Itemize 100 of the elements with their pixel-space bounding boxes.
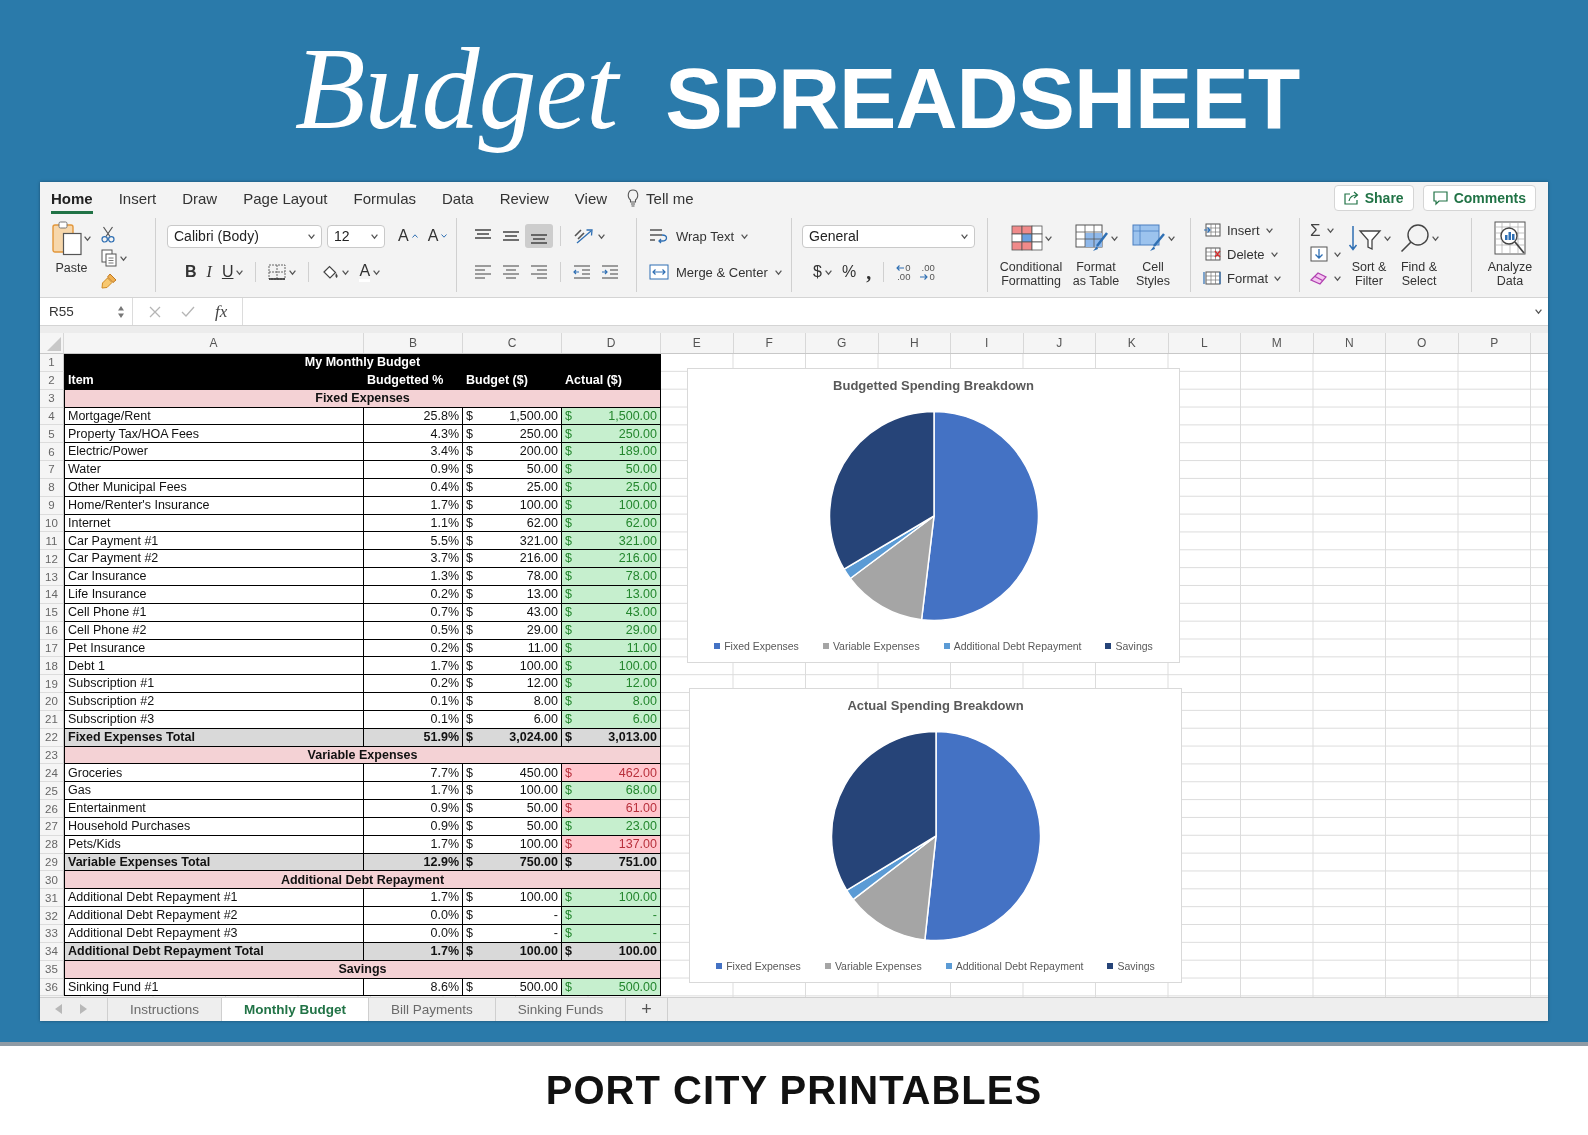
clipboard-icon[interactable] — [52, 221, 82, 255]
ribbon-tab[interactable]: Data — [442, 182, 474, 214]
stepper-icon[interactable] — [117, 304, 125, 319]
paste-button[interactable]: Paste — [52, 218, 91, 292]
name-box[interactable]: R55 — [40, 298, 133, 325]
lightbulb-icon[interactable] — [627, 189, 640, 207]
caret-icon[interactable] — [289, 269, 297, 275]
grow-font-button[interactable]: A — [393, 224, 423, 248]
check-icon[interactable] — [181, 306, 195, 317]
align-middle-icon[interactable] — [502, 228, 520, 244]
ribbon-tab[interactable]: View — [574, 182, 608, 214]
column-header[interactable]: M — [1241, 333, 1314, 353]
number-format-dropdown[interactable]: General — [802, 224, 975, 248]
ribbon-tab[interactable]: Insert — [118, 182, 157, 214]
wrap-text-icon[interactable] — [649, 227, 669, 245]
format-as-table-icon[interactable] — [1074, 224, 1109, 252]
font-color-button[interactable]: A — [354, 260, 386, 284]
comma-style-button[interactable]: , — [861, 260, 877, 284]
paintbrush-icon[interactable] — [101, 273, 117, 289]
borders-icon[interactable] — [268, 264, 287, 280]
caret-icon[interactable] — [1334, 251, 1341, 257]
row-header[interactable]: 25 — [40, 782, 64, 801]
sheet-tab[interactable]: Monthly Budget — [222, 997, 369, 1021]
percent-button[interactable]: % — [836, 260, 862, 284]
shrink-font-button[interactable]: A — [422, 224, 453, 248]
caret-icon[interactable] — [1270, 251, 1278, 257]
delete-cells-button[interactable]: Delete — [1203, 242, 1282, 266]
caret-icon[interactable] — [1431, 235, 1439, 241]
decrease-indent-icon[interactable] — [573, 265, 591, 279]
font-name-dropdown[interactable]: Calibri (Body) — [167, 224, 322, 248]
column-header[interactable]: C — [463, 333, 562, 353]
right-arrow-icon[interactable] — [920, 273, 929, 280]
cell-styles-icon[interactable] — [1131, 224, 1166, 252]
caret-icon[interactable] — [1535, 309, 1542, 314]
column-header[interactable]: F — [733, 333, 806, 353]
column-header[interactable]: H — [878, 333, 951, 353]
insert-cells-button[interactable]: Insert — [1203, 218, 1282, 242]
share-button[interactable]: Share — [1333, 185, 1414, 211]
row-header[interactable]: 12 — [40, 550, 64, 569]
comments-button[interactable]: Comments — [1422, 185, 1536, 211]
row-header[interactable]: 26 — [40, 800, 64, 818]
caret-up-icon[interactable] — [411, 234, 418, 238]
caret-icon[interactable] — [371, 233, 378, 239]
row-header[interactable]: 20 — [40, 693, 64, 711]
insert-cells-icon[interactable] — [1203, 223, 1221, 237]
column-header[interactable]: L — [1168, 333, 1241, 353]
analyze-data-icon[interactable] — [1494, 221, 1526, 255]
format-cells-button[interactable]: Format — [1203, 266, 1282, 290]
caret-icon[interactable] — [774, 269, 782, 275]
caret-icon[interactable] — [84, 235, 91, 241]
text-angle-icon[interactable] — [573, 228, 595, 244]
sort-filter-button[interactable]: Sort & Filter — [1347, 218, 1391, 292]
paint-bucket-icon[interactable] — [321, 264, 340, 280]
scissors-icon[interactable] — [101, 226, 115, 243]
column-header[interactable]: D — [562, 333, 661, 353]
caret-icon[interactable] — [741, 233, 749, 239]
eraser-icon[interactable] — [1310, 271, 1328, 285]
conditional-formatting-icon[interactable] — [1010, 225, 1043, 251]
caret-icon[interactable] — [373, 269, 381, 275]
share-icon[interactable] — [1343, 191, 1359, 205]
cell-styles-button[interactable]: Cell Styles — [1128, 218, 1178, 292]
bold-button[interactable]: B — [180, 260, 202, 284]
ribbon-tab[interactable]: Formulas — [353, 182, 416, 214]
delete-cells-icon[interactable] — [1203, 247, 1221, 261]
comment-icon[interactable] — [1432, 191, 1448, 205]
caret-icon[interactable] — [961, 233, 968, 239]
analyze-data-button[interactable]: Analyze Data — [1484, 218, 1536, 292]
row-header[interactable]: 1 — [40, 354, 64, 372]
row-header[interactable]: 32 — [40, 907, 64, 925]
row-header[interactable]: 5 — [40, 425, 64, 444]
column-header[interactable]: J — [1023, 333, 1096, 353]
caret-icon[interactable] — [342, 269, 350, 275]
row-header[interactable]: 11 — [40, 532, 64, 551]
ribbon-tab[interactable]: Page Layout — [243, 182, 328, 214]
row-header[interactable]: 18 — [40, 657, 64, 676]
row-header[interactable]: 7 — [40, 461, 64, 479]
search-icon[interactable] — [1399, 223, 1430, 253]
caret-icon[interactable] — [1334, 275, 1341, 281]
row-header[interactable]: 6 — [40, 443, 64, 462]
tell-me-search[interactable]: Tell me — [627, 182, 694, 214]
column-header[interactable]: E — [661, 333, 734, 353]
caret-icon[interactable] — [308, 233, 315, 239]
caret-icon[interactable] — [236, 269, 244, 275]
column-header[interactable]: I — [951, 333, 1024, 353]
column-header[interactable]: N — [1313, 333, 1386, 353]
row-header[interactable]: 30 — [40, 871, 64, 890]
caret-icon[interactable] — [1110, 235, 1118, 241]
autosum-button[interactable]: Σ — [1310, 218, 1341, 242]
row-header[interactable]: 31 — [40, 889, 64, 908]
ribbon-tab[interactable]: Review — [499, 182, 549, 214]
find-select-button[interactable]: Find & Select — [1397, 218, 1441, 292]
column-header[interactable]: O — [1386, 333, 1459, 353]
row-header[interactable]: 13 — [40, 568, 64, 586]
caret-icon[interactable] — [824, 269, 832, 275]
caret-icon[interactable] — [1044, 235, 1052, 241]
caret-icon[interactable] — [1383, 235, 1391, 241]
caret-icon[interactable] — [1326, 227, 1334, 233]
row-header[interactable]: 33 — [40, 925, 64, 943]
increase-decimal-button[interactable]: 0 .00 — [891, 260, 916, 284]
wrap-text-button[interactable]: Wrap Text — [645, 224, 753, 248]
